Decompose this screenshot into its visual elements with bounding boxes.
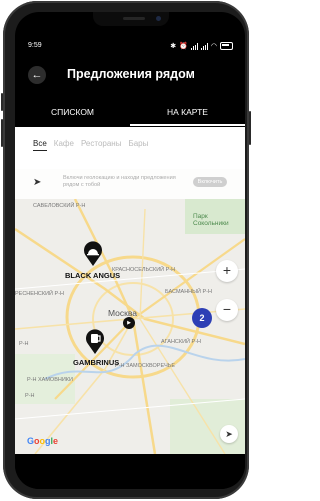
screen: 9:59 ✱ ⏰ ◠ ← Предложения рядом СПИСКОМ Н… xyxy=(15,12,245,489)
power-button xyxy=(249,111,251,145)
wifi-icon: ◠ xyxy=(210,43,217,50)
geolocation-banner: ➤ Включи геолокацию и находи предложения… xyxy=(15,169,245,199)
map-label-basmanny: БАСМАННЫЙ Р-Н xyxy=(165,289,212,295)
pin-label-gambrinus: GAMBRINUS xyxy=(73,358,120,367)
category-filters: Все Кафе Рестораны Бары xyxy=(15,127,245,169)
page-title: Предложения рядом xyxy=(67,67,195,81)
back-button[interactable]: ← xyxy=(28,66,46,84)
app-header: ← Предложения рядом xyxy=(15,62,245,90)
filter-restaurants[interactable]: Рестораны xyxy=(81,139,122,151)
map-label-park: Парк Сокольники xyxy=(193,213,229,227)
map-label-tagansky: АГАНСКИЙ Р-Н xyxy=(161,339,202,345)
google-logo: Google xyxy=(27,436,59,446)
active-tab-indicator xyxy=(130,124,245,126)
map-label-zamoskvorechye: Р-Н ЗАМОСКВОРЕЧЬЕ xyxy=(115,363,176,369)
enable-geolocation-button[interactable]: Включить xyxy=(193,177,227,187)
navigation-arrow-icon: ➤ xyxy=(225,429,233,439)
map-label-savelovsky: САВЕЛОВСКИЙ Р-Н xyxy=(33,203,86,209)
map-label-district-left: Р-Н xyxy=(19,341,29,347)
filter-cafe[interactable]: Кафе xyxy=(54,139,74,151)
map-view[interactable]: ➤ Включи геолокацию и находи предложения… xyxy=(15,169,245,454)
map-label-krasnoselsky: КРАСНОСЕЛЬСКИЙ Р-Н xyxy=(112,267,176,273)
play-icon: ▶ xyxy=(127,320,131,326)
status-bar: 9:59 ✱ ⏰ ◠ xyxy=(15,42,245,52)
battery-icon xyxy=(220,42,233,50)
map-label-presnensky: РЕСНЕНСКИЙ Р-Н xyxy=(15,291,65,297)
signal-2-icon xyxy=(200,42,208,50)
view-tabs: СПИСКОМ НА КАРТЕ xyxy=(15,105,245,127)
zoom-out-button[interactable]: − xyxy=(216,299,238,321)
beer-pin-icon xyxy=(86,329,104,354)
geolocation-text: Включи геолокацию и находи предложения р… xyxy=(63,175,176,188)
bottom-bezel xyxy=(15,454,245,489)
tab-list[interactable]: СПИСКОМ xyxy=(15,105,130,127)
alarm-icon: ⏰ xyxy=(179,43,188,50)
front-camera xyxy=(156,16,161,21)
volume-down-button xyxy=(1,119,3,147)
zoom-in-button[interactable]: + xyxy=(216,260,238,282)
filter-all[interactable]: Все xyxy=(33,139,47,151)
filter-bars[interactable]: Бары xyxy=(128,139,148,151)
map-pin-gambrinus[interactable] xyxy=(85,329,105,355)
restaurant-pin-icon xyxy=(84,241,102,266)
map-pin-center[interactable]: ▶ xyxy=(123,317,135,329)
map-label-khamovniki: Р-Н ХАМОВНИКИ xyxy=(27,377,73,383)
status-time: 9:59 xyxy=(28,42,42,49)
bluetooth-icon: ✱ xyxy=(170,43,177,50)
status-icons: ✱ ⏰ ◠ xyxy=(170,42,233,50)
signal-icon xyxy=(190,42,198,50)
arrow-left-icon: ← xyxy=(31,69,43,81)
map-label-moscow: Москва xyxy=(108,308,138,318)
phone-frame: 9:59 ✱ ⏰ ◠ ← Предложения рядом СПИСКОМ Н… xyxy=(1,1,251,499)
map-cluster[interactable]: 2 xyxy=(192,308,212,328)
map-label-district-left-2: Р-Н xyxy=(25,393,35,399)
map-pin-black-angus[interactable] xyxy=(83,241,103,267)
speaker xyxy=(123,17,145,20)
location-arrow-icon: ➤ xyxy=(33,177,42,188)
volume-up-button xyxy=(1,93,3,111)
my-location-button[interactable]: ➤ xyxy=(220,425,238,443)
pin-label-black-angus: BLACK ANGUS xyxy=(65,271,121,280)
